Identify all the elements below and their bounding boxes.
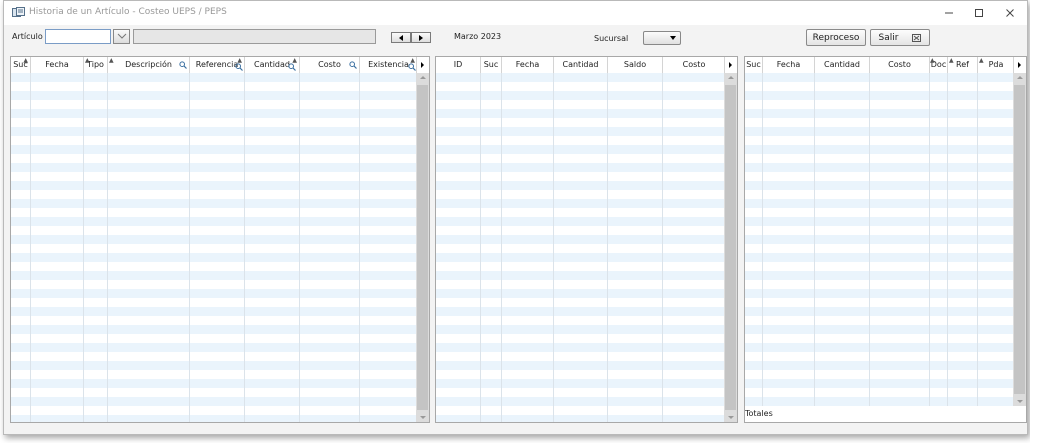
col-fecha[interactable]: Fecha (31, 57, 84, 73)
col-costo[interactable]: Costo (300, 57, 360, 73)
sort-icon: ▲ (949, 57, 954, 64)
scroll-down-icon[interactable] (728, 416, 734, 419)
col-cantidad[interactable]: Cantidad (815, 57, 870, 73)
title-bar: Historia de un Artículo - Costeo UEPS / … (4, 1, 1027, 25)
period-label: Marzo 2023 (454, 32, 502, 41)
col-referencia[interactable]: Referencia ▲ (190, 57, 245, 73)
movimientos-vscrollbar[interactable] (416, 73, 429, 422)
search-icon[interactable] (235, 63, 243, 71)
capas-grid[interactable]: ID Suc Fecha Cantidad Saldo Costo (435, 56, 738, 423)
search-icon[interactable] (408, 63, 416, 71)
chevron-right-icon (1018, 62, 1021, 68)
search-icon[interactable] (349, 61, 357, 69)
sucursal-select[interactable] (643, 31, 681, 45)
movimientos-grid[interactable]: Suc ▲ Fecha Tipo ▲ Descripción ▲ Referencia… (10, 56, 430, 423)
maximize-icon (975, 9, 983, 17)
sucursal-label: Sucursal (594, 34, 629, 43)
totals-label: Totales (745, 409, 773, 418)
col-doc[interactable]: Doc ▲ (930, 57, 948, 73)
col-cantidad[interactable]: Cantidad ▲ (245, 57, 300, 73)
articulo-description-field (133, 29, 376, 44)
more-columns-button[interactable] (1013, 57, 1026, 73)
sort-icon: ▲ (109, 57, 114, 64)
prev-period-button[interactable] (391, 32, 411, 43)
sort-icon: ▲ (23, 57, 28, 64)
arrow-left-icon (399, 34, 403, 41)
chevron-right-icon (729, 62, 732, 68)
col-costo[interactable]: Costo (663, 57, 726, 73)
salidas-grid-header: Suc Fecha Cantidad Costo Doc ▲ Ref ▲ Pda ▲ (745, 57, 1015, 74)
chevron-down-icon (670, 36, 676, 40)
scroll-thumb[interactable] (417, 85, 428, 410)
movimientos-grid-body[interactable] (11, 73, 416, 422)
articulo-input[interactable] (45, 29, 111, 44)
close-icon (1006, 9, 1014, 17)
dropdown-envelope-icon (117, 33, 126, 39)
col-existencia[interactable]: Existencia ▲ (360, 57, 418, 73)
capas-vscrollbar[interactable] (724, 73, 737, 422)
sort-icon: ▲ (85, 57, 90, 64)
sort-icon: ▲ (979, 57, 984, 64)
minimize-icon (945, 12, 953, 14)
salir-button[interactable]: Salir (870, 29, 930, 46)
search-icon[interactable] (179, 61, 187, 69)
col-fecha[interactable]: Fecha (763, 57, 815, 73)
next-period-button[interactable] (411, 32, 431, 43)
main-window: Historia de un Artículo - Costeo UEPS / … (3, 0, 1028, 435)
desktop-edge (1030, 0, 1044, 443)
col-costo[interactable]: Costo (870, 57, 930, 73)
scroll-up-icon[interactable] (420, 76, 426, 79)
reproceso-button[interactable]: Reproceso (806, 29, 866, 46)
salidas-grid[interactable]: Suc Fecha Cantidad Costo Doc ▲ Ref ▲ Pda ▲ … (744, 56, 1027, 423)
chevron-right-icon (421, 62, 424, 68)
col-saldo[interactable]: Saldo (608, 57, 663, 73)
articulo-label: Artículo (12, 32, 43, 41)
arrow-right-icon (419, 34, 423, 41)
col-fecha[interactable]: Fecha (502, 57, 554, 73)
more-columns-button[interactable] (724, 57, 737, 73)
scroll-thumb[interactable] (725, 85, 736, 410)
more-columns-button[interactable] (416, 57, 429, 73)
col-suc[interactable]: Suc ▲ (11, 57, 31, 73)
capas-grid-header: ID Suc Fecha Cantidad Saldo Costo (436, 57, 726, 74)
search-icon[interactable] (288, 63, 296, 71)
scroll-down-icon[interactable] (1017, 400, 1023, 403)
col-suc[interactable]: Suc (745, 57, 763, 73)
scroll-up-icon[interactable] (728, 76, 734, 79)
close-button[interactable] (995, 3, 1025, 23)
exit-icon (912, 33, 922, 42)
col-id[interactable]: ID (436, 57, 481, 73)
salidas-vscrollbar[interactable] (1013, 73, 1026, 406)
salidas-grid-body[interactable] (745, 73, 1013, 406)
app-icon (12, 7, 25, 17)
articulo-lookup-button[interactable] (113, 29, 130, 44)
col-tipo[interactable]: Tipo ▲ (84, 57, 108, 73)
sort-icon: ▲ (930, 57, 935, 64)
col-cantidad[interactable]: Cantidad (554, 57, 608, 73)
scroll-down-icon[interactable] (420, 416, 426, 419)
minimize-button[interactable] (934, 3, 964, 23)
col-suc[interactable]: Suc (481, 57, 502, 73)
scroll-thumb[interactable] (1014, 85, 1025, 394)
scroll-up-icon[interactable] (1017, 76, 1023, 79)
col-pda[interactable]: Pda ▲ (978, 57, 1015, 73)
maximize-button[interactable] (964, 3, 994, 23)
col-descripcion[interactable]: Descripción ▲ (108, 57, 190, 73)
movimientos-grid-header: Suc ▲ Fecha Tipo ▲ Descripción ▲ Referencia… (11, 57, 418, 74)
capas-grid-body[interactable] (436, 73, 724, 422)
salir-label: Salir (878, 32, 899, 43)
col-ref[interactable]: Ref ▲ (948, 57, 978, 73)
totals-row: Totales (745, 406, 1026, 422)
window-title: Historia de un Artículo - Costeo UEPS / … (29, 7, 227, 17)
